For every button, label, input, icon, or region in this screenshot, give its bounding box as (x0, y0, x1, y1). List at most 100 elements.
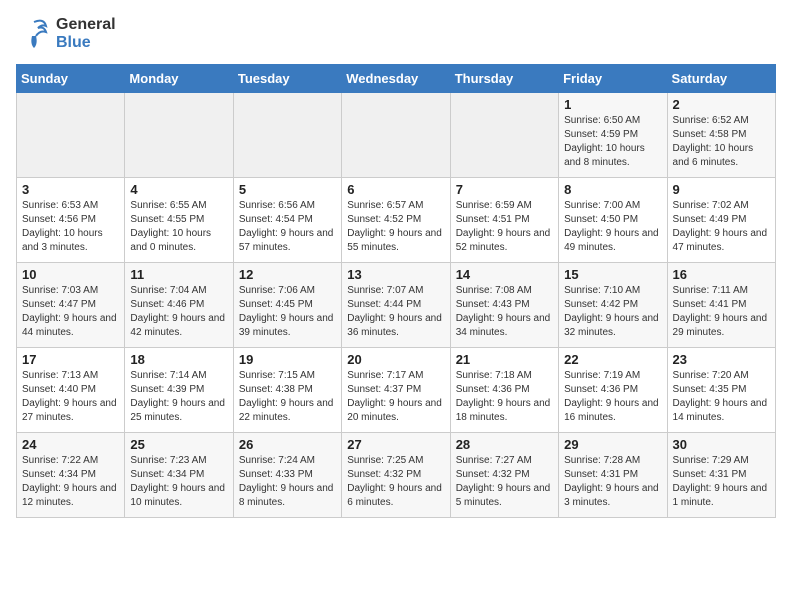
calendar-cell: 28Sunrise: 7:27 AM Sunset: 4:32 PM Dayli… (450, 433, 558, 518)
day-number: 9 (673, 182, 770, 197)
calendar-cell: 2 Sunrise: 6:52 AM Sunset: 4:58 PM Daylig… (667, 93, 775, 178)
calendar-cell: 27 Sunrise: 7:25 AM Sunset: 4:32 PM Dayli… (342, 433, 450, 518)
day-number: 27 (347, 437, 444, 452)
calendar-cell: 17 Sunrise: 7:13 AM Sunset: 4:40 PM Dayli… (17, 348, 125, 433)
day-number: 14 (456, 267, 553, 282)
day-number: 7 (456, 182, 553, 197)
day-info: Sunrise: 6:53 AM Sunset: 4:56 PM Dayligh… (22, 199, 119, 255)
day-info: Sunrise: 6:55 AM Sunset: 4:55 PM Dayligh… (130, 199, 227, 255)
day-number: 2 (673, 97, 770, 112)
calendar-cell: 9 Sunrise: 7:02 AM Sunset: 4:49 PM Daylig… (667, 178, 775, 263)
day-info: Sunrise: 6:50 AM Sunset: 4:59 PM Dayligh… (564, 114, 661, 170)
calendar-cell: 6 Sunrise: 6:57 AM Sunset: 4:52 PM Daylig… (342, 178, 450, 263)
day-info: Sunrise: 7:17 AM Sunset: 4:37 PM Dayligh… (347, 369, 444, 425)
day-info: Sunrise: 7:29 AM Sunset: 4:31 PM Dayligh… (673, 454, 770, 510)
calendar-cell: 4 Sunrise: 6:55 AM Sunset: 4:55 PM Daylig… (125, 178, 233, 263)
day-number: 16 (673, 267, 770, 282)
calendar-cell: 1 Sunrise: 6:50 AM Sunset: 4:59 PM Daylig… (559, 93, 667, 178)
week-row-3: 10 Sunrise: 7:03 AM Sunset: 4:47 PM Dayli… (17, 263, 776, 348)
calendar-cell: 30 Sunrise: 7:29 AM Sunset: 4:31 PM Dayli… (667, 433, 775, 518)
day-number: 1 (564, 97, 661, 112)
calendar-cell: 12 Sunrise: 7:06 AM Sunset: 4:45 PM Dayli… (233, 263, 341, 348)
day-number: 23 (673, 352, 770, 367)
day-info: Sunrise: 7:23 AM Sunset: 4:34 PM Dayligh… (130, 454, 227, 510)
calendar-cell: 19 Sunrise: 7:15 AM Sunset: 4:38 PM Dayli… (233, 348, 341, 433)
day-info: Sunrise: 7:15 AM Sunset: 4:38 PM Dayligh… (239, 369, 336, 425)
day-number: 18 (130, 352, 227, 367)
logo: General Blue (16, 16, 116, 52)
header-row: SundayMondayTuesdayWednesdayThursdayFrid… (17, 65, 776, 93)
day-number: 6 (347, 182, 444, 197)
day-number: 10 (22, 267, 119, 282)
day-number: 21 (456, 352, 553, 367)
day-number: 24 (22, 437, 119, 452)
calendar-cell: 23 Sunrise: 7:20 AM Sunset: 4:35 PM Dayli… (667, 348, 775, 433)
day-number: 20 (347, 352, 444, 367)
day-number: 22 (564, 352, 661, 367)
day-info: Sunrise: 7:07 AM Sunset: 4:44 PM Dayligh… (347, 284, 444, 340)
calendar-cell (17, 93, 125, 178)
day-number: 29 (564, 437, 661, 452)
day-info: Sunrise: 7:11 AM Sunset: 4:41 PM Dayligh… (673, 284, 770, 340)
day-number: 19 (239, 352, 336, 367)
header-day-friday: Friday (559, 65, 667, 93)
day-info: Sunrise: 6:52 AM Sunset: 4:58 PM Dayligh… (673, 114, 770, 170)
calendar-cell: 13 Sunrise: 7:07 AM Sunset: 4:44 PM Dayli… (342, 263, 450, 348)
header-day-monday: Monday (125, 65, 233, 93)
calendar-cell: 14 Sunrise: 7:08 AM Sunset: 4:43 PM Dayli… (450, 263, 558, 348)
calendar-cell (450, 93, 558, 178)
calendar-cell: 22Sunrise: 7:19 AM Sunset: 4:36 PM Dayli… (559, 348, 667, 433)
day-info: Sunrise: 6:57 AM Sunset: 4:52 PM Dayligh… (347, 199, 444, 255)
day-info: Sunrise: 7:04 AM Sunset: 4:46 PM Dayligh… (130, 284, 227, 340)
calendar-cell: 24 Sunrise: 7:22 AM Sunset: 4:34 PM Dayli… (17, 433, 125, 518)
day-number: 3 (22, 182, 119, 197)
day-info: Sunrise: 7:18 AM Sunset: 4:36 PM Dayligh… (456, 369, 553, 425)
logo-blue: Blue (56, 34, 116, 52)
day-info: Sunrise: 7:08 AM Sunset: 4:43 PM Dayligh… (456, 284, 553, 340)
day-number: 8 (564, 182, 661, 197)
day-info: Sunrise: 7:22 AM Sunset: 4:34 PM Dayligh… (22, 454, 119, 510)
day-info: Sunrise: 7:06 AM Sunset: 4:45 PM Dayligh… (239, 284, 336, 340)
day-info: Sunrise: 7:00 AM Sunset: 4:50 PM Dayligh… (564, 199, 661, 255)
calendar-table: SundayMondayTuesdayWednesdayThursdayFrid… (16, 64, 776, 518)
day-info: Sunrise: 7:02 AM Sunset: 4:49 PM Dayligh… (673, 199, 770, 255)
day-number: 26 (239, 437, 336, 452)
calendar-cell: 10 Sunrise: 7:03 AM Sunset: 4:47 PM Dayli… (17, 263, 125, 348)
calendar-cell: 18 Sunrise: 7:14 AM Sunset: 4:39 PM Dayli… (125, 348, 233, 433)
header-day-wednesday: Wednesday (342, 65, 450, 93)
logo-general: General (56, 16, 116, 34)
day-number: 17 (22, 352, 119, 367)
day-info: Sunrise: 7:24 AM Sunset: 4:33 PM Dayligh… (239, 454, 336, 510)
day-info: Sunrise: 7:20 AM Sunset: 4:35 PM Dayligh… (673, 369, 770, 425)
day-number: 4 (130, 182, 227, 197)
day-info: Sunrise: 7:28 AM Sunset: 4:31 PM Dayligh… (564, 454, 661, 510)
calendar-cell: 5Sunrise: 6:56 AM Sunset: 4:54 PM Daylig… (233, 178, 341, 263)
calendar-cell: 3 Sunrise: 6:53 AM Sunset: 4:56 PM Daylig… (17, 178, 125, 263)
week-row-1: 1 Sunrise: 6:50 AM Sunset: 4:59 PM Daylig… (17, 93, 776, 178)
day-number: 13 (347, 267, 444, 282)
calendar-cell: 21 Sunrise: 7:18 AM Sunset: 4:36 PM Dayli… (450, 348, 558, 433)
day-info: Sunrise: 7:25 AM Sunset: 4:32 PM Dayligh… (347, 454, 444, 510)
week-row-5: 24 Sunrise: 7:22 AM Sunset: 4:34 PM Dayli… (17, 433, 776, 518)
day-info: Sunrise: 6:59 AM Sunset: 4:51 PM Dayligh… (456, 199, 553, 255)
calendar-cell: 7 Sunrise: 6:59 AM Sunset: 4:51 PM Daylig… (450, 178, 558, 263)
week-row-2: 3 Sunrise: 6:53 AM Sunset: 4:56 PM Daylig… (17, 178, 776, 263)
day-number: 25 (130, 437, 227, 452)
header-day-thursday: Thursday (450, 65, 558, 93)
day-info: Sunrise: 7:10 AM Sunset: 4:42 PM Dayligh… (564, 284, 661, 340)
day-number: 15 (564, 267, 661, 282)
calendar-cell: 20 Sunrise: 7:17 AM Sunset: 4:37 PM Dayli… (342, 348, 450, 433)
day-info: Sunrise: 7:03 AM Sunset: 4:47 PM Dayligh… (22, 284, 119, 340)
header: General Blue (16, 16, 776, 52)
calendar-cell: 15 Sunrise: 7:10 AM Sunset: 4:42 PM Dayli… (559, 263, 667, 348)
day-info: Sunrise: 7:13 AM Sunset: 4:40 PM Dayligh… (22, 369, 119, 425)
calendar-cell (125, 93, 233, 178)
day-number: 12 (239, 267, 336, 282)
calendar-cell: 29 Sunrise: 7:28 AM Sunset: 4:31 PM Dayli… (559, 433, 667, 518)
day-info: Sunrise: 7:14 AM Sunset: 4:39 PM Dayligh… (130, 369, 227, 425)
header-day-saturday: Saturday (667, 65, 775, 93)
day-number: 30 (673, 437, 770, 452)
header-day-sunday: Sunday (17, 65, 125, 93)
day-info: Sunrise: 6:56 AM Sunset: 4:54 PM Dayligh… (239, 199, 336, 255)
calendar-cell (233, 93, 341, 178)
